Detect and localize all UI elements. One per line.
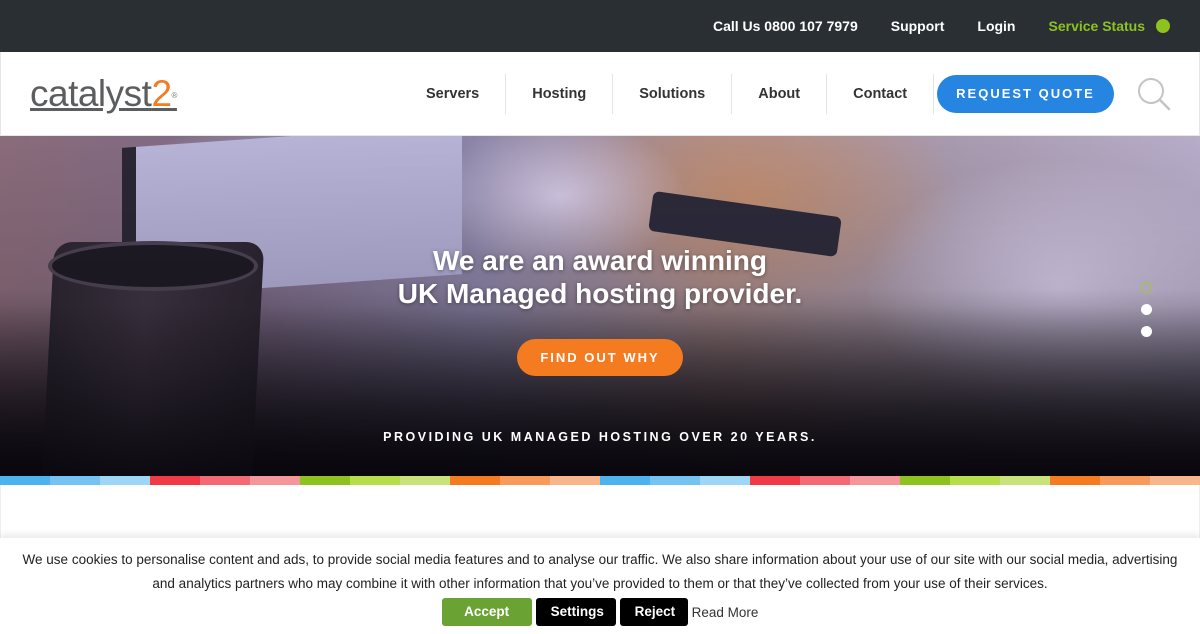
nav-item-hosting[interactable]: Hosting [506, 74, 614, 114]
slide-dot-1[interactable] [1141, 282, 1152, 293]
slider-pagination [1141, 282, 1153, 348]
stripe-segment [900, 476, 950, 485]
cookie-actions: Accept All Settings Reject Read More [0, 598, 1200, 634]
stripe-segment [250, 476, 300, 485]
stripe-segment [550, 476, 600, 485]
content-section [0, 485, 1200, 540]
cookie-message: We use cookies to personalise content an… [22, 552, 1178, 591]
stripe-segment [150, 476, 200, 485]
top-bar: Call Us 0800 107 7979 Support Login Serv… [0, 0, 1200, 52]
nav-item-contact[interactable]: Contact [827, 74, 935, 114]
stripe-segment [1000, 476, 1050, 485]
login-link[interactable]: Login [977, 18, 1015, 34]
status-indicator-icon [1156, 19, 1170, 33]
stripe-segment [600, 476, 650, 485]
stripe-segment [50, 476, 100, 485]
nav-item-solutions[interactable]: Solutions [613, 74, 733, 114]
stripe-segment [1050, 476, 1100, 485]
stripe-segment [1100, 476, 1150, 485]
cookie-settings-button[interactable]: Settings [535, 598, 616, 626]
stripe-segment [800, 476, 850, 485]
call-us-link[interactable]: Call Us 0800 107 7979 [713, 18, 858, 34]
stripe-segment [400, 476, 450, 485]
registered-mark: ® [171, 91, 178, 100]
hero-title: We are an award winning UK Managed hosti… [0, 244, 1200, 310]
color-stripe [0, 476, 1200, 485]
accept-all-button[interactable]: Accept All [441, 598, 532, 634]
hero-title-line1: We are an award winning [432, 245, 767, 276]
search-icon[interactable] [1137, 77, 1171, 111]
service-status-link[interactable]: Service Status [1048, 18, 1170, 34]
stripe-segment [100, 476, 150, 485]
nav-item-servers[interactable]: Servers [401, 74, 507, 114]
stripe-segment [300, 476, 350, 485]
stripe-segment [450, 476, 500, 485]
slide-dot-3[interactable] [1141, 326, 1152, 337]
request-quote-button[interactable]: REQUEST QUOTE [937, 75, 1114, 113]
main-nav: Servers Hosting Solutions About Contact [401, 74, 935, 114]
read-more-link[interactable]: Read More [692, 605, 759, 620]
stripe-segment [650, 476, 700, 485]
support-link[interactable]: Support [891, 18, 945, 34]
logo-number: 2 [151, 73, 172, 114]
stripe-segment [200, 476, 250, 485]
hero-subtitle: PROVIDING UK MANAGED HOSTING OVER 20 YEA… [383, 430, 817, 444]
main-header: catalyst2® Servers Hosting Solutions Abo… [0, 52, 1200, 136]
find-out-why-button[interactable]: FIND OUT WHY [517, 339, 683, 376]
stripe-segment [700, 476, 750, 485]
hero-banner: We are an award winning UK Managed hosti… [0, 136, 1200, 476]
stripe-segment [0, 476, 50, 485]
slide-dot-2[interactable] [1141, 304, 1152, 315]
service-status-label: Service Status [1048, 18, 1146, 34]
cookie-banner: We use cookies to personalise content an… [0, 538, 1200, 634]
stripe-segment [500, 476, 550, 485]
hero-title-line2: UK Managed hosting provider. [397, 278, 803, 309]
stripe-segment [950, 476, 1000, 485]
logo-text: catalyst [30, 73, 152, 114]
logo[interactable]: catalyst2® [30, 74, 177, 114]
nav-item-about[interactable]: About [732, 74, 828, 114]
stripe-segment [350, 476, 400, 485]
reject-button[interactable]: Reject [619, 598, 688, 626]
stripe-segment [750, 476, 800, 485]
stripe-segment [1150, 476, 1200, 485]
stripe-segment [850, 476, 900, 485]
